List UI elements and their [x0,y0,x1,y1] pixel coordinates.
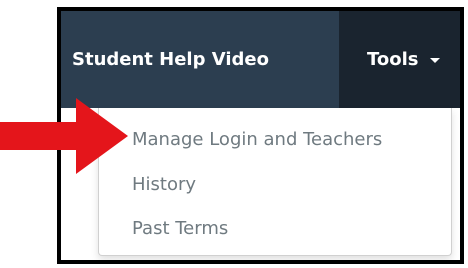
tools-label: Tools [367,49,419,70]
menu-item-past-terms[interactable]: Past Terms [132,218,228,239]
tools-dropdown-menu: Manage Login and Teachers History Past T… [98,108,452,256]
caret-down-icon [430,58,440,63]
red-arrow-shape [0,98,128,174]
tools-menu-toggle[interactable]: Tools [339,11,460,108]
menu-item-manage-login-and-teachers[interactable]: Manage Login and Teachers [132,129,382,150]
top-navbar: Student Help Video Tools [61,11,460,108]
student-help-video-link[interactable]: Student Help Video [72,11,269,108]
red-arrow-icon [0,98,128,174]
menu-item-history[interactable]: History [132,174,196,195]
